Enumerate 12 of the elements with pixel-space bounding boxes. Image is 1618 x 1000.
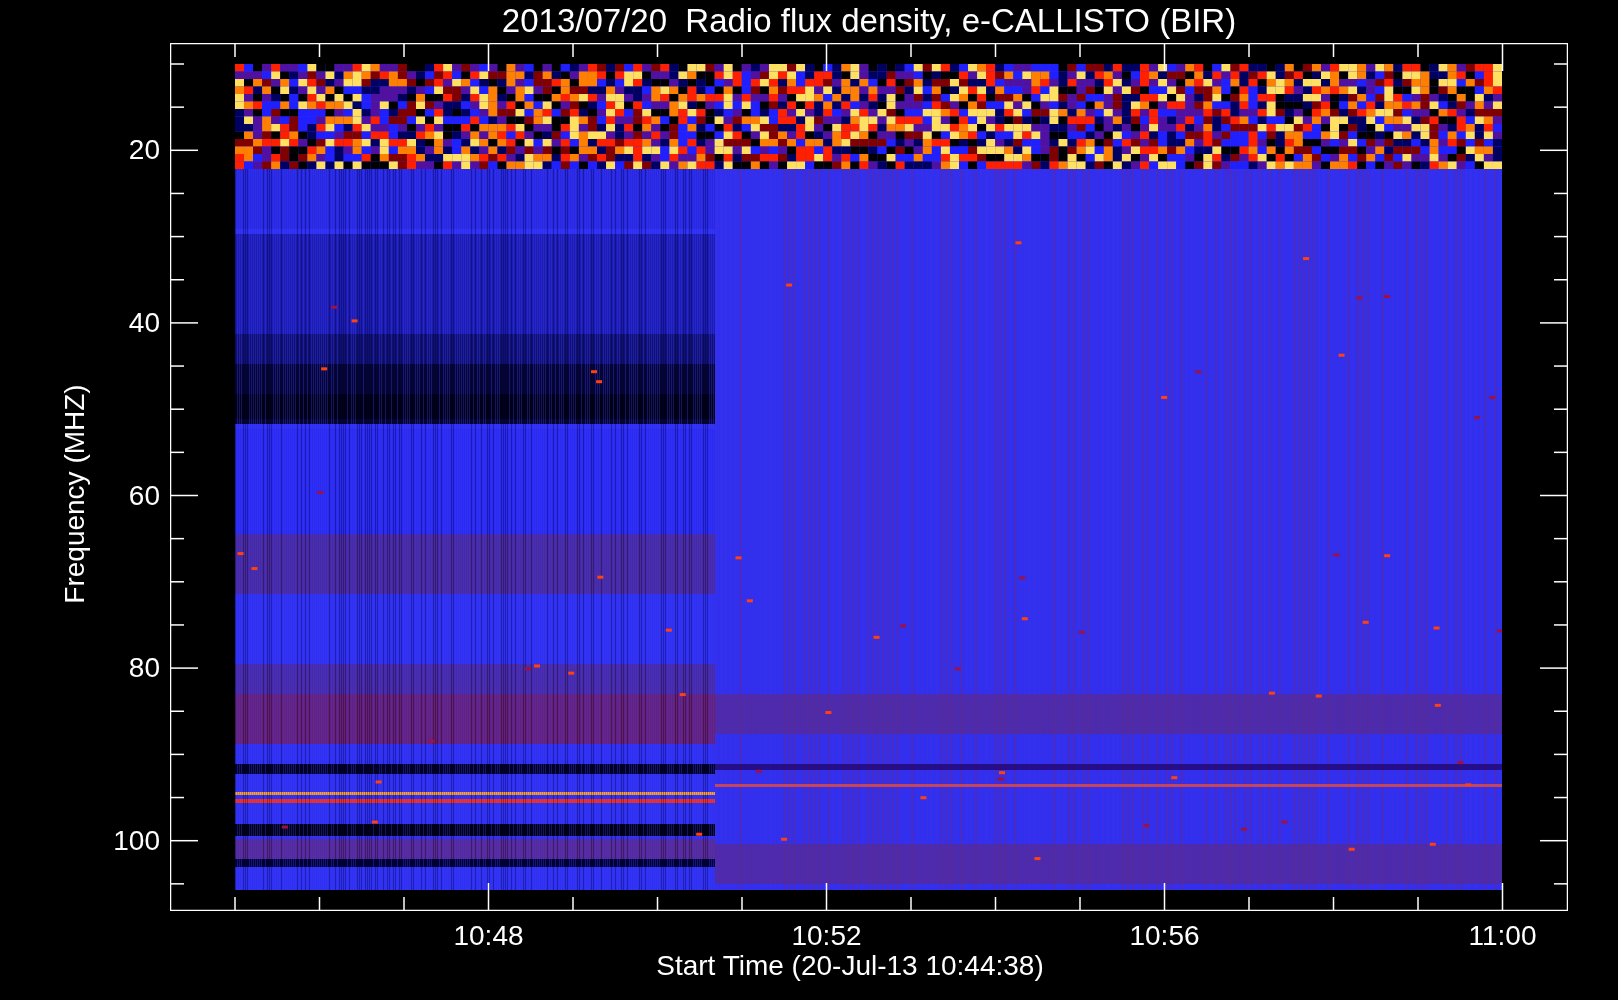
x-tick-label: 10:52 — [790, 922, 863, 950]
x-tick-label: 10:56 — [1128, 922, 1201, 950]
y-tick-label: 60 — [127, 481, 160, 510]
chart-title: 2013/07/20 Radio flux density, e-CALLISTO (BIR) — [500, 4, 1238, 37]
y-axis-label: Frequency (MHZ) — [61, 383, 89, 606]
y-tick-label: 100 — [112, 826, 160, 855]
x-tick-label: 11:00 — [1467, 922, 1538, 950]
x-axis-label: Start Time (20-Jul-13 10:44:38) — [655, 952, 1045, 980]
y-tick-label: 40 — [127, 308, 160, 337]
y-tick-label: 80 — [127, 654, 160, 683]
y-tick-label: 20 — [127, 136, 160, 165]
x-tick-label: 10:48 — [452, 922, 525, 950]
